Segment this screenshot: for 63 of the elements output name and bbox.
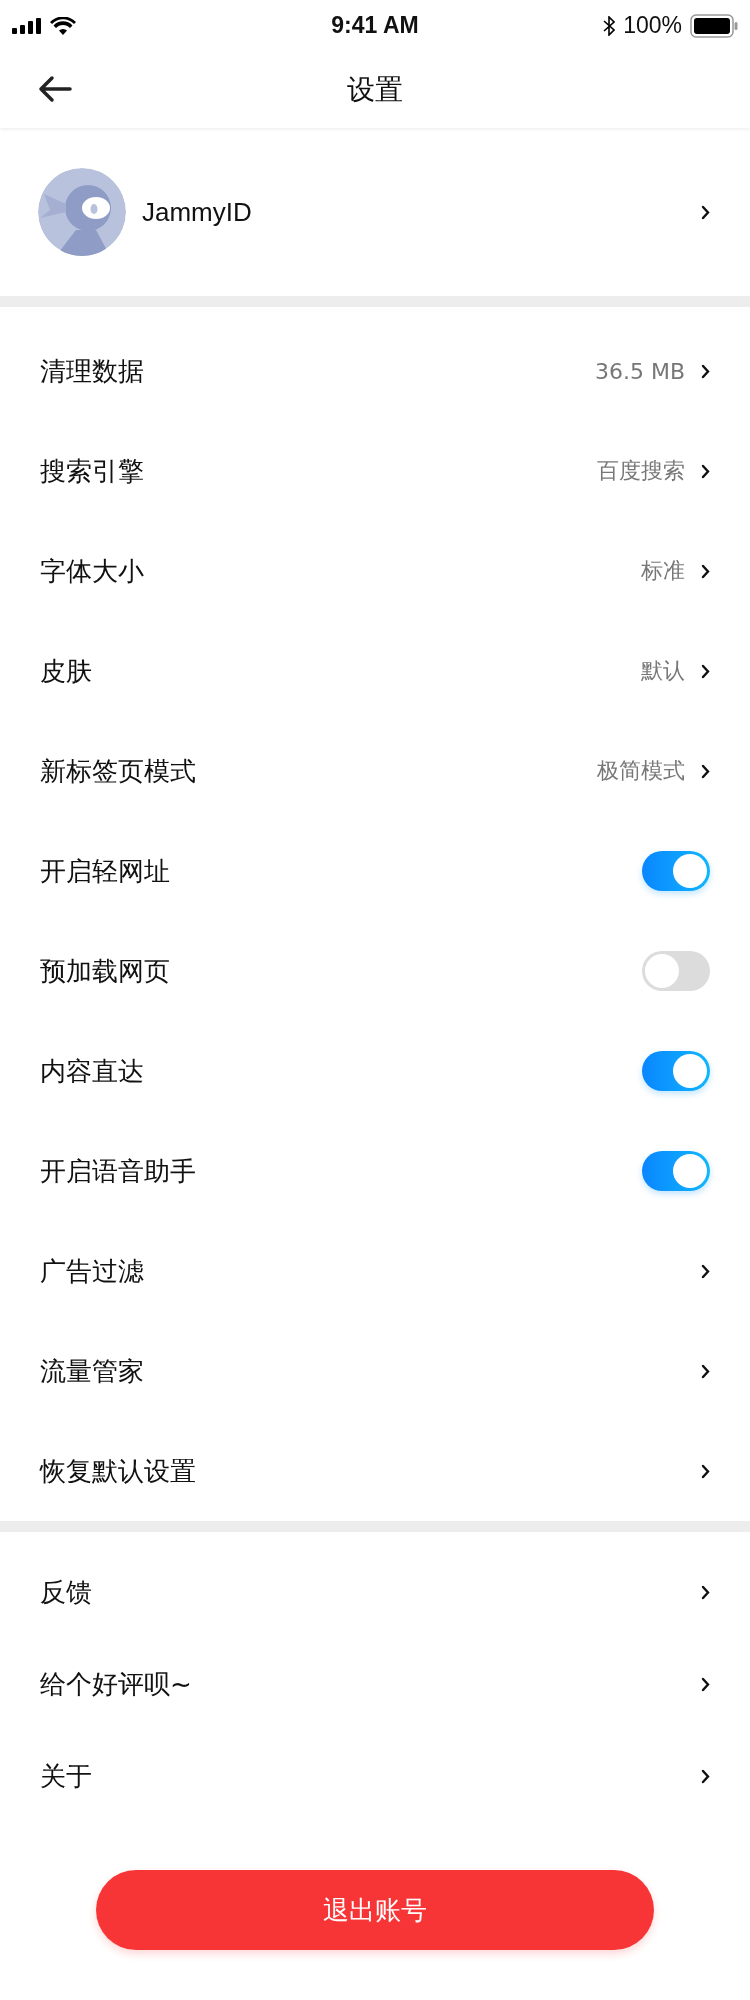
logout-button[interactable]: 退出账号 bbox=[96, 1870, 654, 1950]
settings-row[interactable]: 关于 bbox=[0, 1730, 750, 1822]
setting-value: 标准 bbox=[641, 557, 685, 585]
chevron-icon bbox=[701, 1263, 710, 1279]
setting-value: 默认 bbox=[641, 657, 685, 685]
chevron-icon bbox=[701, 1676, 710, 1692]
settings-row[interactable]: 流量管家 bbox=[0, 1321, 750, 1421]
settings-row[interactable]: 广告过滤 bbox=[0, 1221, 750, 1321]
setting-value: 百度搜索 bbox=[597, 457, 685, 485]
setting-value: 36.5 MB bbox=[594, 358, 685, 384]
profile-name: JammyID bbox=[142, 196, 253, 228]
chevron-icon bbox=[701, 1768, 710, 1784]
page-title: 设置 bbox=[347, 71, 403, 108]
setting-label: 恢复默认设置 bbox=[40, 1454, 197, 1488]
toggle-switch[interactable] bbox=[642, 851, 710, 891]
setting-label: 搜索引擎 bbox=[40, 454, 145, 488]
signal-icon bbox=[12, 17, 42, 34]
chevron-icon bbox=[701, 563, 710, 579]
setting-label: 字体大小 bbox=[40, 554, 145, 588]
battery-percent: 100% bbox=[623, 12, 682, 39]
chevron-icon bbox=[701, 463, 710, 479]
setting-label: 新标签页模式 bbox=[40, 754, 197, 788]
setting-label: 开启轻网址 bbox=[40, 854, 171, 888]
setting-value: 极简模式 bbox=[597, 757, 685, 785]
setting-label: 开启语音助手 bbox=[40, 1154, 197, 1188]
toggle-switch[interactable] bbox=[642, 1151, 710, 1191]
setting-label: 清理数据 bbox=[40, 354, 145, 388]
settings-row[interactable]: 恢复默认设置 bbox=[0, 1421, 750, 1521]
settings-row[interactable]: 新标签页模式 极简模式 bbox=[0, 721, 750, 821]
toggle-switch[interactable] bbox=[642, 1051, 710, 1091]
setting-label: 流量管家 bbox=[40, 1354, 145, 1388]
setting-label: 广告过滤 bbox=[40, 1254, 145, 1288]
chevron-icon bbox=[701, 663, 710, 679]
setting-label: 反馈 bbox=[40, 1575, 93, 1609]
chevron-icon bbox=[701, 363, 710, 379]
settings-row[interactable]: 内容直达 bbox=[0, 1021, 750, 1121]
settings-row[interactable]: 反馈 bbox=[0, 1546, 750, 1638]
toggle-switch[interactable] bbox=[642, 951, 710, 991]
settings-row[interactable]: 开启语音助手 bbox=[0, 1121, 750, 1221]
setting-label: 预加载网页 bbox=[40, 954, 171, 988]
setting-label: 皮肤 bbox=[40, 654, 93, 688]
back-button[interactable] bbox=[38, 75, 72, 103]
setting-label: 内容直达 bbox=[40, 1054, 145, 1088]
settings-row[interactable]: 开启轻网址 bbox=[0, 821, 750, 921]
settings-row[interactable]: 字体大小 标准 bbox=[0, 521, 750, 621]
chevron-icon bbox=[701, 1584, 710, 1600]
settings-row[interactable]: 清理数据 36.5 MB bbox=[0, 321, 750, 421]
battery-icon bbox=[690, 13, 738, 38]
avatar-icon bbox=[38, 168, 126, 256]
settings-row[interactable]: 搜索引擎 百度搜索 bbox=[0, 421, 750, 521]
settings-row[interactable]: 皮肤 默认 bbox=[0, 621, 750, 721]
status-time: 9:41 AM bbox=[331, 12, 419, 39]
setting-label: 给个好评呗~ bbox=[40, 1667, 193, 1701]
chevron-icon bbox=[701, 763, 710, 779]
setting-label: 关于 bbox=[40, 1759, 93, 1793]
settings-row[interactable]: 给个好评呗~ bbox=[0, 1638, 750, 1730]
chevron-icon bbox=[701, 1363, 710, 1379]
chevron-icon bbox=[701, 204, 710, 220]
bluetooth-icon bbox=[603, 15, 616, 36]
settings-row[interactable]: 预加载网页 bbox=[0, 921, 750, 1021]
profile-row[interactable]: JammyID bbox=[0, 128, 750, 296]
chevron-icon bbox=[701, 1463, 710, 1479]
wifi-icon bbox=[50, 16, 76, 35]
